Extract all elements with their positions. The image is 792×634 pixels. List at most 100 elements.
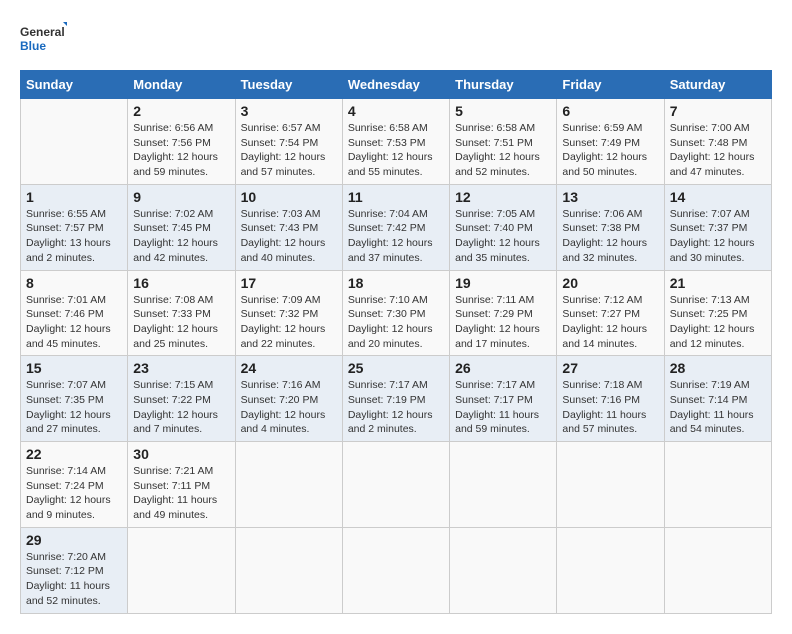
day-info: Sunrise: 6:57 AM Sunset: 7:54 PM Dayligh…: [241, 121, 337, 180]
day-info: Sunrise: 7:11 AM Sunset: 7:29 PM Dayligh…: [455, 293, 551, 352]
day-number: 21: [670, 275, 766, 291]
calendar-cell: 11 Sunrise: 7:04 AM Sunset: 7:42 PM Dayli…: [342, 184, 449, 270]
day-number: 13: [562, 189, 658, 205]
day-number: 9: [133, 189, 229, 205]
header-day-saturday: Saturday: [664, 71, 771, 99]
calendar-cell: 12 Sunrise: 7:05 AM Sunset: 7:40 PM Dayli…: [450, 184, 557, 270]
calendar-cell: [21, 99, 128, 185]
calendar-cell: 16 Sunrise: 7:08 AM Sunset: 7:33 PM Dayli…: [128, 270, 235, 356]
day-number: 29: [26, 532, 122, 548]
day-number: 7: [670, 103, 766, 119]
svg-text:General: General: [20, 25, 65, 39]
header-day-thursday: Thursday: [450, 71, 557, 99]
calendar-cell: 28Sunrise: 7:19 AM Sunset: 7:14 PM Dayli…: [664, 356, 771, 442]
day-info: Sunrise: 7:12 AM Sunset: 7:27 PM Dayligh…: [562, 293, 658, 352]
day-info: Sunrise: 6:55 AM Sunset: 7:57 PM Dayligh…: [26, 207, 122, 266]
calendar-cell: [342, 442, 449, 528]
day-number: 2: [133, 103, 229, 119]
calendar-cell: 9 Sunrise: 7:02 AM Sunset: 7:45 PM Daylig…: [128, 184, 235, 270]
day-info: Sunrise: 7:01 AM Sunset: 7:46 PM Dayligh…: [26, 293, 122, 352]
calendar-cell: [342, 527, 449, 613]
day-info: Sunrise: 7:17 AM Sunset: 7:19 PM Dayligh…: [348, 378, 444, 437]
calendar-cell: 5 Sunrise: 6:58 AM Sunset: 7:51 PM Daylig…: [450, 99, 557, 185]
calendar-cell: [450, 442, 557, 528]
day-info: Sunrise: 7:17 AM Sunset: 7:17 PM Dayligh…: [455, 378, 551, 437]
day-number: 19: [455, 275, 551, 291]
day-info: Sunrise: 7:14 AM Sunset: 7:24 PM Dayligh…: [26, 464, 122, 523]
calendar-cell: 2 Sunrise: 6:56 AM Sunset: 7:56 PM Daylig…: [128, 99, 235, 185]
calendar-header-row: SundayMondayTuesdayWednesdayThursdayFrid…: [21, 71, 772, 99]
calendar-cell: [557, 527, 664, 613]
logo: General Blue: [20, 20, 70, 60]
day-info: Sunrise: 7:09 AM Sunset: 7:32 PM Dayligh…: [241, 293, 337, 352]
day-info: Sunrise: 7:21 AM Sunset: 7:11 PM Dayligh…: [133, 464, 229, 523]
day-number: 16: [133, 275, 229, 291]
day-info: Sunrise: 7:10 AM Sunset: 7:30 PM Dayligh…: [348, 293, 444, 352]
calendar-cell: 18 Sunrise: 7:10 AM Sunset: 7:30 PM Dayli…: [342, 270, 449, 356]
calendar-row-0: 2 Sunrise: 6:56 AM Sunset: 7:56 PM Daylig…: [21, 99, 772, 185]
calendar-cell: [450, 527, 557, 613]
calendar-cell: [664, 527, 771, 613]
day-info: Sunrise: 7:02 AM Sunset: 7:45 PM Dayligh…: [133, 207, 229, 266]
calendar-row-2: 8Sunrise: 7:01 AM Sunset: 7:46 PM Daylig…: [21, 270, 772, 356]
day-number: 18: [348, 275, 444, 291]
day-info: Sunrise: 7:03 AM Sunset: 7:43 PM Dayligh…: [241, 207, 337, 266]
svg-text:Blue: Blue: [20, 39, 46, 53]
day-info: Sunrise: 7:04 AM Sunset: 7:42 PM Dayligh…: [348, 207, 444, 266]
day-info: Sunrise: 7:15 AM Sunset: 7:22 PM Dayligh…: [133, 378, 229, 437]
calendar-cell: 1 Sunrise: 6:55 AM Sunset: 7:57 PM Daylig…: [21, 184, 128, 270]
day-number: 4: [348, 103, 444, 119]
calendar-row-5: 29 Sunrise: 7:20 AM Sunset: 7:12 PM Dayli…: [21, 527, 772, 613]
calendar-cell: 4 Sunrise: 6:58 AM Sunset: 7:53 PM Daylig…: [342, 99, 449, 185]
day-info: Sunrise: 7:06 AM Sunset: 7:38 PM Dayligh…: [562, 207, 658, 266]
day-number: 30: [133, 446, 229, 462]
day-info: Sunrise: 6:58 AM Sunset: 7:53 PM Dayligh…: [348, 121, 444, 180]
day-number: 14: [670, 189, 766, 205]
day-number: 25: [348, 360, 444, 376]
day-number: 12: [455, 189, 551, 205]
page-header: General Blue: [20, 20, 772, 60]
day-info: Sunrise: 7:20 AM Sunset: 7:12 PM Dayligh…: [26, 550, 122, 609]
calendar-cell: 27Sunrise: 7:18 AM Sunset: 7:16 PM Dayli…: [557, 356, 664, 442]
day-number: 20: [562, 275, 658, 291]
calendar-row-4: 22 Sunrise: 7:14 AM Sunset: 7:24 PM Dayli…: [21, 442, 772, 528]
day-number: 1: [26, 189, 122, 205]
calendar-cell: [557, 442, 664, 528]
day-number: 22: [26, 446, 122, 462]
day-info: Sunrise: 7:18 AM Sunset: 7:16 PM Dayligh…: [562, 378, 658, 437]
calendar-cell: 25 Sunrise: 7:17 AM Sunset: 7:19 PM Dayli…: [342, 356, 449, 442]
calendar-cell: 24 Sunrise: 7:16 AM Sunset: 7:20 PM Dayli…: [235, 356, 342, 442]
day-number: 24: [241, 360, 337, 376]
calendar-cell: 23Sunrise: 7:15 AM Sunset: 7:22 PM Dayli…: [128, 356, 235, 442]
calendar-cell: 15Sunrise: 7:07 AM Sunset: 7:35 PM Dayli…: [21, 356, 128, 442]
day-info: Sunrise: 7:00 AM Sunset: 7:48 PM Dayligh…: [670, 121, 766, 180]
calendar-row-3: 15Sunrise: 7:07 AM Sunset: 7:35 PM Dayli…: [21, 356, 772, 442]
calendar-cell: 21Sunrise: 7:13 AM Sunset: 7:25 PM Dayli…: [664, 270, 771, 356]
day-info: Sunrise: 7:16 AM Sunset: 7:20 PM Dayligh…: [241, 378, 337, 437]
day-number: 6: [562, 103, 658, 119]
day-number: 15: [26, 360, 122, 376]
day-info: Sunrise: 6:56 AM Sunset: 7:56 PM Dayligh…: [133, 121, 229, 180]
calendar-cell: 20 Sunrise: 7:12 AM Sunset: 7:27 PM Dayli…: [557, 270, 664, 356]
calendar-cell: 30 Sunrise: 7:21 AM Sunset: 7:11 PM Dayli…: [128, 442, 235, 528]
calendar-cell: 19 Sunrise: 7:11 AM Sunset: 7:29 PM Dayli…: [450, 270, 557, 356]
header-day-friday: Friday: [557, 71, 664, 99]
calendar-cell: 26 Sunrise: 7:17 AM Sunset: 7:17 PM Dayli…: [450, 356, 557, 442]
day-number: 5: [455, 103, 551, 119]
day-number: 26: [455, 360, 551, 376]
header-day-sunday: Sunday: [21, 71, 128, 99]
header-day-tuesday: Tuesday: [235, 71, 342, 99]
calendar-cell: [235, 527, 342, 613]
calendar-cell: 7 Sunrise: 7:00 AM Sunset: 7:48 PM Daylig…: [664, 99, 771, 185]
day-number: 3: [241, 103, 337, 119]
header-day-monday: Monday: [128, 71, 235, 99]
day-info: Sunrise: 6:58 AM Sunset: 7:51 PM Dayligh…: [455, 121, 551, 180]
day-number: 28: [670, 360, 766, 376]
calendar-row-1: 1 Sunrise: 6:55 AM Sunset: 7:57 PM Daylig…: [21, 184, 772, 270]
calendar-cell: [235, 442, 342, 528]
day-info: Sunrise: 7:08 AM Sunset: 7:33 PM Dayligh…: [133, 293, 229, 352]
calendar-cell: 17 Sunrise: 7:09 AM Sunset: 7:32 PM Dayli…: [235, 270, 342, 356]
day-number: 11: [348, 189, 444, 205]
day-info: Sunrise: 7:05 AM Sunset: 7:40 PM Dayligh…: [455, 207, 551, 266]
day-number: 17: [241, 275, 337, 291]
